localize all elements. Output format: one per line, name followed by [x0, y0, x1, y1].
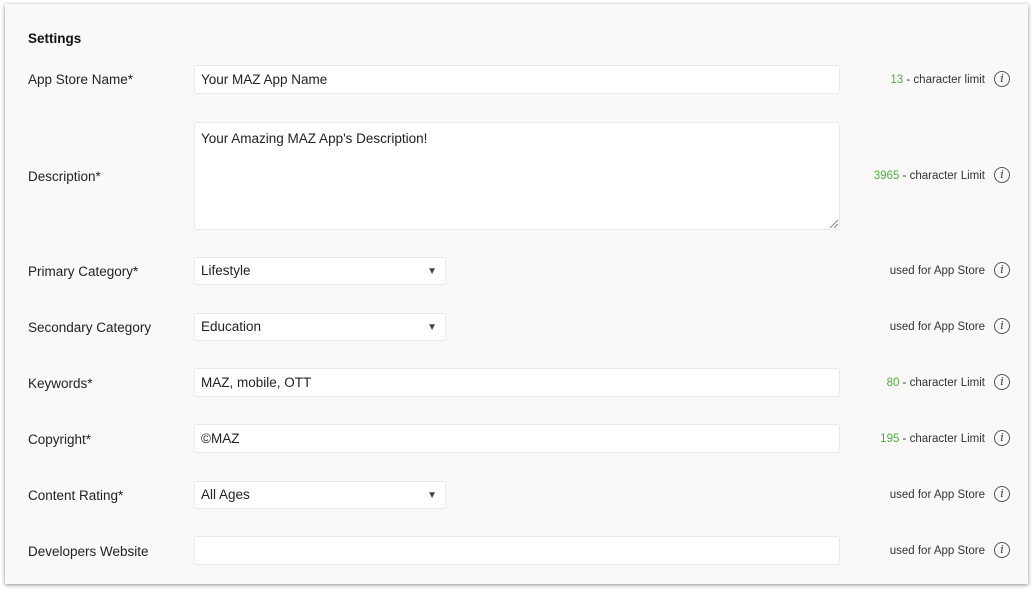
info-icon[interactable]: i — [994, 430, 1010, 446]
resize-handle-icon[interactable] — [830, 220, 838, 228]
description-hint: 3965 - character Limit — [874, 170, 985, 182]
info-icon[interactable]: i — [994, 71, 1010, 87]
keywords-count: 80 — [886, 377, 900, 389]
secondary-category-value: Education — [201, 319, 262, 334]
caret-down-icon: ▼ — [427, 490, 437, 501]
content-rating-hint: used for App Store — [889, 489, 985, 501]
primary-category-hint: used for App Store — [889, 265, 985, 277]
keywords-hint: 80 - character Limit — [887, 377, 985, 389]
description-hint-text: - character Limit — [899, 170, 985, 182]
caret-down-icon: ▼ — [427, 266, 437, 277]
copyright-hint-text: - character Limit — [899, 433, 985, 445]
info-icon[interactable]: i — [994, 374, 1010, 390]
description-label: Description* — [28, 169, 101, 184]
settings-panel: Settings App Store Name* Your MAZ App Na… — [5, 4, 1028, 584]
content-rating-label: Content Rating* — [28, 488, 124, 503]
app-store-name-count: 13 — [890, 74, 904, 86]
section-title: Settings — [28, 31, 82, 46]
content-rating-value: All Ages — [201, 487, 250, 502]
secondary-category-select[interactable]: Education ▼ — [194, 313, 446, 341]
secondary-category-label: Secondary Category — [28, 320, 152, 335]
info-icon[interactable]: i — [994, 542, 1010, 558]
copyright-count: 195 — [880, 433, 900, 445]
content-rating-select[interactable]: All Ages ▼ — [194, 481, 446, 509]
caret-down-icon: ▼ — [427, 322, 437, 333]
app-store-name-input[interactable]: Your MAZ App Name — [194, 65, 840, 94]
developers-website-hint: used for App Store — [889, 545, 985, 557]
developers-website-input[interactable] — [194, 536, 840, 565]
keywords-hint-text: - character Limit — [899, 377, 985, 389]
copyright-input[interactable]: ©MAZ — [194, 424, 840, 453]
copyright-label: Copyright* — [28, 432, 92, 447]
developers-website-label: Developers Website — [28, 544, 149, 559]
app-store-name-hint-text: - character limit — [903, 74, 985, 86]
info-icon[interactable]: i — [994, 167, 1010, 183]
copyright-hint: 195 - character Limit — [880, 433, 985, 445]
description-value: Your Amazing MAZ App's Description! — [201, 131, 428, 146]
description-textarea[interactable]: Your Amazing MAZ App's Description! — [194, 122, 840, 230]
keywords-input[interactable]: MAZ, mobile, OTT — [194, 368, 840, 397]
primary-category-value: Lifestyle — [201, 263, 251, 278]
app-store-name-label: App Store Name* — [28, 72, 134, 87]
description-count: 3965 — [873, 170, 900, 182]
primary-category-label: Primary Category* — [28, 264, 139, 279]
primary-category-select[interactable]: Lifestyle ▼ — [194, 257, 446, 285]
secondary-category-hint: used for App Store — [889, 321, 985, 333]
info-icon[interactable]: i — [994, 262, 1010, 278]
info-icon[interactable]: i — [994, 318, 1010, 334]
keywords-label: Keywords* — [28, 376, 93, 391]
info-icon[interactable]: i — [994, 486, 1010, 502]
app-store-name-hint: 13 - character limit — [890, 74, 985, 86]
